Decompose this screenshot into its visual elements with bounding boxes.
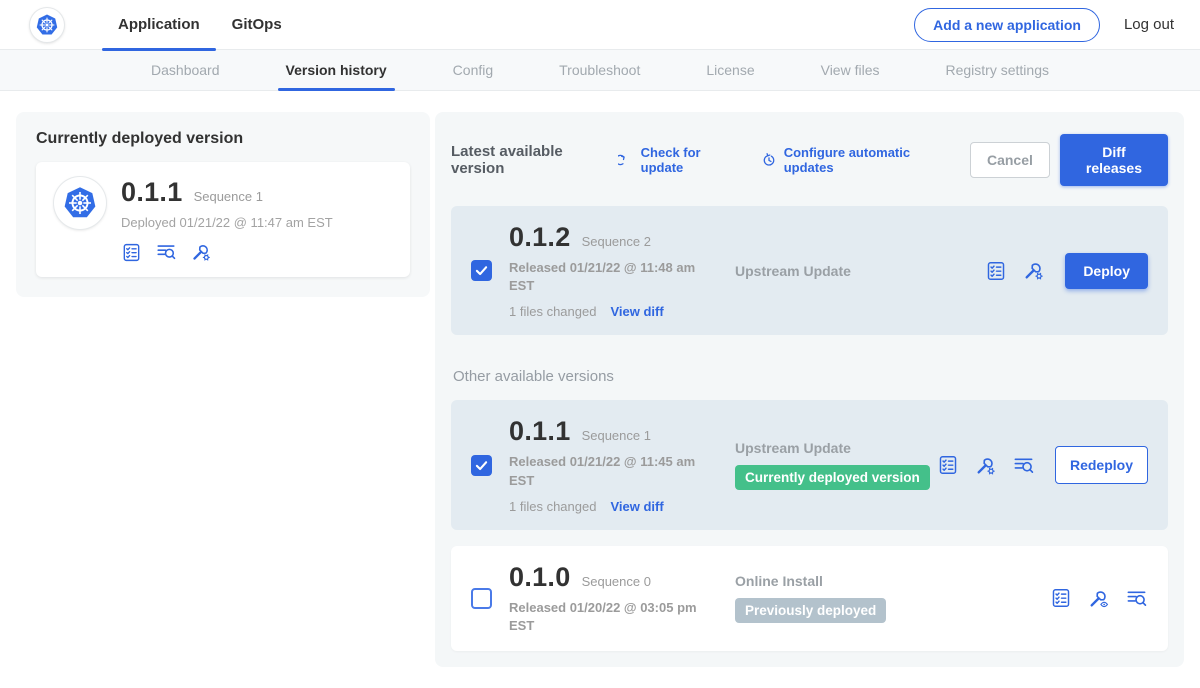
view-diff-link[interactable]: View diff [610,304,663,319]
view-config-icon[interactable] [1087,587,1110,610]
released-timestamp: Released 01/20/22 @ 03:05 pm EST [509,599,697,635]
version-source: Online Install Previously deployed [731,573,1050,623]
view-diff-link[interactable]: View diff [610,499,663,514]
version-info: 0.1.1 Sequence 1 Released 01/21/22 @ 11:… [509,416,731,513]
files-changed-label: 1 files changed [509,499,596,514]
version-checkbox[interactable] [471,455,492,476]
schedule-update-icon [760,151,778,169]
subnav-item-license[interactable]: License [704,50,756,90]
refresh-icon [618,152,635,169]
version-checkbox[interactable] [471,588,492,609]
deployed-version-card: 0.1.1 Sequence 1 Deployed 01/21/22 @ 11:… [36,162,410,277]
subnav-item-view-files[interactable]: View files [819,50,882,90]
latest-available-title: Latest available version [451,143,606,177]
deployed-version-sequence: Sequence 1 [194,189,263,204]
subnav-item-config[interactable]: Config [451,50,495,90]
version-source: Upstream Update [731,263,985,279]
preflight-checklist-icon[interactable] [937,454,959,476]
version-number: 0.1.1 [509,416,571,447]
deploy-logs-icon[interactable] [1012,454,1035,477]
cancel-button[interactable]: Cancel [970,142,1050,178]
tab-application-label: Application [118,16,200,33]
configure-automatic-updates-link[interactable]: Configure automatic updates [760,145,946,175]
preflight-checklist-icon[interactable] [121,242,142,263]
diff-releases-button[interactable]: Diff releases [1060,134,1168,186]
check-for-update-link[interactable]: Check for update [618,145,736,175]
latest-version-header: Latest available version Check for updat… [451,134,1168,186]
version-number: 0.1.2 [509,222,571,253]
deployed-version-number: 0.1.1 [121,177,183,208]
tab-gitops-label: GitOps [232,16,282,33]
deploy-logs-icon[interactable] [155,241,177,263]
subnav-item-registry-settings[interactable]: Registry settings [944,50,1051,90]
edit-config-icon[interactable] [1022,259,1045,282]
version-info: 0.1.2 Sequence 2 Released 01/21/22 @ 11:… [509,222,731,319]
released-timestamp: Released 01/21/22 @ 11:48 am EST [509,259,697,295]
top-navbar: Application GitOps Add a new application… [0,0,1200,50]
app-kubernetes-icon [54,177,106,229]
redeploy-button[interactable]: Redeploy [1055,446,1148,484]
version-row-0-1-1: 0.1.1 Sequence 1 Released 01/21/22 @ 11:… [451,400,1168,529]
configure-automatic-updates-label: Configure automatic updates [784,145,946,175]
deploy-logs-icon[interactable] [1125,587,1148,610]
subnav-item-troubleshoot[interactable]: Troubleshoot [557,50,642,90]
files-changed-label: 1 files changed [509,304,596,319]
edit-config-icon[interactable] [190,241,212,263]
version-history-panel: Latest available version Check for updat… [435,112,1184,667]
version-actions: Deploy [985,253,1152,289]
edit-config-icon[interactable] [974,454,997,477]
logout-button[interactable]: Log out [1124,16,1174,33]
version-actions [1050,587,1152,610]
currently-deployed-badge: Currently deployed version [735,465,930,490]
preflight-checklist-icon[interactable] [1050,587,1072,609]
version-sequence: Sequence 1 [582,428,651,443]
version-row-0-1-0: 0.1.0 Sequence 0 Released 01/20/22 @ 03:… [451,546,1168,651]
subnav-item-dashboard[interactable]: Dashboard [149,50,222,90]
subnav-item-version-history[interactable]: Version history [284,50,389,90]
source-label: Upstream Update [735,263,985,279]
add-new-application-button[interactable]: Add a new application [914,8,1100,42]
version-checkbox[interactable] [471,260,492,281]
tab-application[interactable]: Application [102,0,216,50]
source-label: Online Install [735,573,1050,589]
version-row-0-1-2: 0.1.2 Sequence 2 Released 01/21/22 @ 11:… [451,206,1168,335]
version-info: 0.1.0 Sequence 0 Released 01/20/22 @ 03:… [509,562,731,635]
previously-deployed-badge: Previously deployed [735,598,886,623]
released-timestamp: Released 01/21/22 @ 11:45 am EST [509,453,697,489]
preflight-checklist-icon[interactable] [985,260,1007,282]
version-sequence: Sequence 0 [582,574,651,589]
version-actions: Redeploy [937,446,1152,484]
deploy-button[interactable]: Deploy [1065,253,1148,289]
deployed-timestamp: Deployed 01/21/22 @ 11:47 am EST [121,215,333,230]
currently-deployed-title: Currently deployed version [36,130,410,148]
tab-gitops[interactable]: GitOps [216,0,298,50]
currently-deployed-panel: Currently deployed version 0.1.1 Sequenc… [16,112,430,297]
main-content: Currently deployed version 0.1.1 Sequenc… [0,91,1200,688]
app-subnav: Dashboard Version history Config Trouble… [0,50,1200,91]
kubernetes-logo-icon [30,8,64,42]
check-for-update-label: Check for update [641,145,736,175]
version-sequence: Sequence 2 [582,234,651,249]
source-label: Upstream Update [735,440,937,456]
deployed-version-details: 0.1.1 Sequence 1 Deployed 01/21/22 @ 11:… [121,177,333,263]
other-available-versions-title: Other available versions [453,368,1168,385]
version-source: Upstream Update Currently deployed versi… [731,440,937,490]
version-number: 0.1.0 [509,562,571,593]
